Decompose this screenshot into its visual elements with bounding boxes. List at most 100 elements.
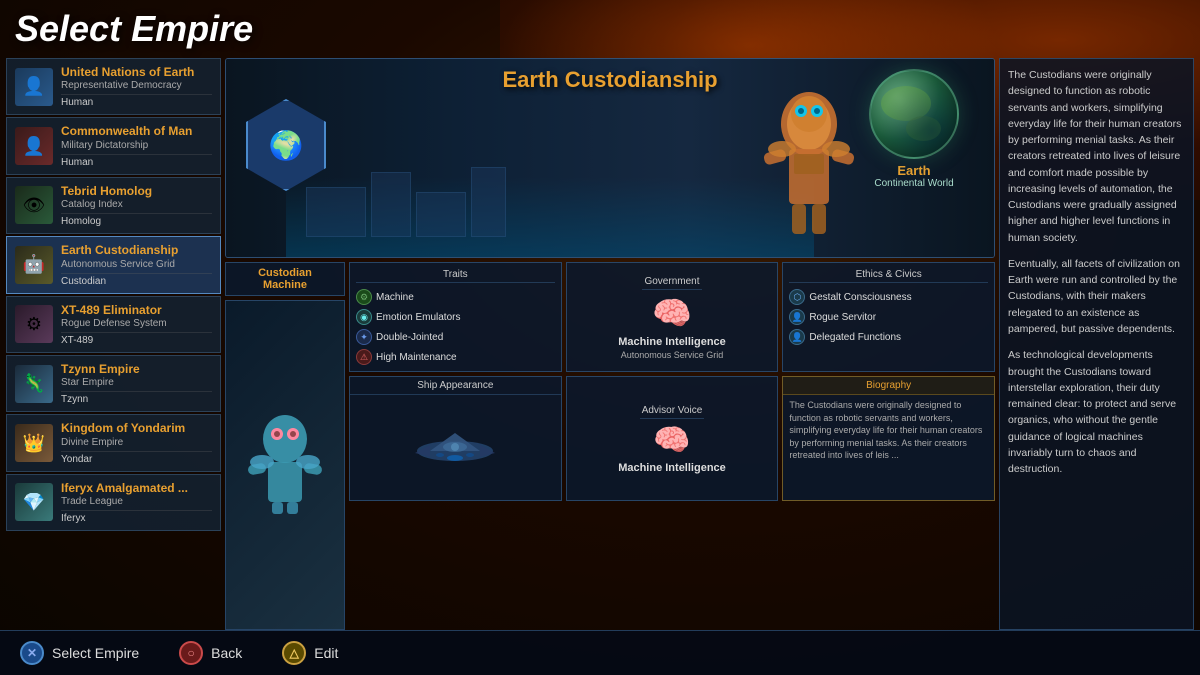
empire-gov-cm: Military Dictatorship	[61, 140, 212, 152]
biography-card: Biography The Custodians were originally…	[782, 376, 995, 501]
empire-gov-tz: Star Empire	[61, 377, 212, 389]
empire-name-ky: Kingdom of Yondarim	[61, 421, 212, 435]
ethics-item: ⬡ Gestalt Consciousness	[789, 287, 988, 307]
empire-gov-ec: Autonomous Service Grid	[61, 259, 212, 271]
empire-avatar-xt: ⚙	[15, 305, 53, 343]
bottom-bar: ✕ Select Empire ○ Back △ Edit	[0, 630, 1200, 675]
trait-item: ✦ Double-Jointed	[356, 327, 555, 347]
empire-item-cm[interactable]: 👤 Commonwealth of Man Military Dictators…	[6, 117, 221, 174]
select-empire-label: Select Empire	[52, 645, 139, 661]
empire-info-ec: Earth Custodianship Autonomous Service G…	[61, 243, 212, 286]
ethics-header: Ethics & Civics	[789, 267, 988, 283]
empire-item-ky[interactable]: 👑 Kingdom of Yondarim Divine Empire Yond…	[6, 414, 221, 471]
edit-label: Edit	[314, 645, 338, 661]
empire-item-th[interactable]: 👁 Tebrid Homolog Catalog Index Homolog	[6, 177, 221, 234]
government-header: Government	[642, 274, 701, 290]
government-card: Government 🧠 Machine Intelligence Autono…	[566, 262, 779, 372]
empire-avatar-ue: 👤	[15, 68, 53, 106]
ethics-icon: ⬡	[789, 289, 805, 305]
ethics-icon: 👤	[789, 329, 805, 345]
empire-avatar-tz: 🦎	[15, 365, 53, 403]
empire-gov-th: Catalog Index	[61, 199, 212, 211]
edit-button[interactable]: △ Edit	[282, 641, 338, 665]
traits-header: Traits	[356, 267, 555, 283]
ethics-icon: 👤	[789, 309, 805, 325]
planet-name: Earth	[854, 163, 974, 178]
trait-item: ◉ Emotion Emulators	[356, 307, 555, 327]
empire-avatar-ec: 🤖	[15, 246, 53, 284]
empire-info-ia: Iferyx Amalgamated ... Trade League Ifer…	[61, 481, 212, 524]
advisor-icon: 🧠	[653, 423, 690, 458]
empire-species-th: Homolog	[61, 213, 212, 227]
empire-item-ec[interactable]: 🤖 Earth Custodianship Autonomous Service…	[6, 236, 221, 293]
empire-item-tz[interactable]: 🦎 Tzynn Empire Star Empire Tzynn	[6, 355, 221, 412]
right-description: The Custodians were originally designed …	[1008, 67, 1185, 477]
ethics-item: 👤 Rogue Servitor	[789, 307, 988, 327]
empire-info-ue: United Nations of Earth Representative D…	[61, 65, 212, 108]
trait-icon: ✦	[356, 329, 372, 345]
ship-card: Ship Appearance	[349, 376, 562, 501]
trait-name: Double-Jointed	[376, 332, 443, 343]
ethics-card: Ethics & Civics ⬡ Gestalt Consciousness …	[782, 262, 995, 372]
empire-name-ue: United Nations of Earth	[61, 65, 212, 79]
ship-header: Ship Appearance	[350, 377, 561, 395]
ethics-name: Gestalt Consciousness	[809, 292, 911, 303]
description-paragraph: As technological developments brought th…	[1008, 347, 1185, 477]
advisor-header: Advisor Voice	[640, 403, 705, 419]
empire-gov-ky: Divine Empire	[61, 437, 212, 449]
empire-species-ue: Human	[61, 94, 212, 108]
back-label: Back	[211, 645, 242, 661]
empire-species-xt: XT-489	[61, 332, 212, 346]
select-empire-button[interactable]: ✕ Select Empire	[20, 641, 139, 665]
trait-item: ⚙ Machine	[356, 287, 555, 307]
ethics-name: Rogue Servitor	[809, 312, 876, 323]
empire-species-tz: Tzynn	[61, 391, 212, 405]
empire-species-ky: Yondar	[61, 451, 212, 465]
biography-text: The Custodians were originally designed …	[783, 395, 994, 500]
empire-info-xt: XT-489 Eliminator Rogue Defense System X…	[61, 303, 212, 346]
edit-icon: △	[282, 641, 306, 665]
empire-avatar-th: 👁	[15, 186, 53, 224]
government-name: Machine Intelligence	[618, 336, 726, 348]
trait-name: Emotion Emulators	[376, 312, 460, 323]
empire-name-tz: Tzynn Empire	[61, 362, 212, 376]
trait-name: Machine	[376, 292, 414, 303]
center-panel: 🌍	[225, 58, 995, 630]
ship-image	[410, 423, 500, 473]
empire-body: Custodian Machine	[225, 262, 995, 630]
trait-icon: ⚠	[356, 349, 372, 365]
empire-avatar-ia: 💎	[15, 483, 53, 521]
portrait-image	[225, 300, 345, 630]
empire-emblem: 🌍	[246, 99, 326, 189]
content-area: 👤 United Nations of Earth Representative…	[0, 58, 1200, 630]
empire-info-cm: Commonwealth of Man Military Dictatorshi…	[61, 124, 212, 167]
description-paragraph: The Custodians were originally designed …	[1008, 67, 1185, 246]
trait-name: High Maintenance	[376, 352, 457, 363]
back-button[interactable]: ○ Back	[179, 641, 242, 665]
empire-gov-ue: Representative Democracy	[61, 80, 212, 92]
portrait-label: Custodian Machine	[225, 262, 345, 296]
empire-species-cm: Human	[61, 154, 212, 168]
empire-selected-title: Earth Custodianship	[226, 67, 994, 93]
empire-item-ia[interactable]: 💎 Iferyx Amalgamated ... Trade League If…	[6, 474, 221, 531]
ship-body	[350, 395, 561, 500]
government-icon: 🧠	[652, 294, 692, 332]
ethics-item: 👤 Delegated Functions	[789, 327, 988, 347]
empire-item-xt[interactable]: ⚙ XT-489 Eliminator Rogue Defense System…	[6, 296, 221, 353]
empire-avatar-cm: 👤	[15, 127, 53, 165]
page-title: Select Empire	[15, 8, 1185, 50]
description-paragraph: Eventually, all facets of civilization o…	[1008, 256, 1185, 337]
portrait-section: Custodian Machine	[225, 262, 345, 630]
empire-avatar-ky: 👑	[15, 424, 53, 462]
empire-info-th: Tebrid Homolog Catalog Index Homolog	[61, 184, 212, 227]
back-icon: ○	[179, 641, 203, 665]
empire-gov-xt: Rogue Defense System	[61, 318, 212, 330]
government-sub: Autonomous Service Grid	[621, 350, 724, 360]
empire-item-ue[interactable]: 👤 United Nations of Earth Representative…	[6, 58, 221, 115]
empire-name-xt: XT-489 Eliminator	[61, 303, 212, 317]
empire-name-cm: Commonwealth of Man	[61, 124, 212, 138]
advisor-name: Machine Intelligence	[618, 462, 726, 474]
advisor-card: Advisor Voice 🧠 Machine Intelligence	[566, 376, 779, 501]
main-container: Select Empire 👤 United Nations of Earth …	[0, 0, 1200, 675]
empire-info-ky: Kingdom of Yondarim Divine Empire Yondar	[61, 421, 212, 464]
